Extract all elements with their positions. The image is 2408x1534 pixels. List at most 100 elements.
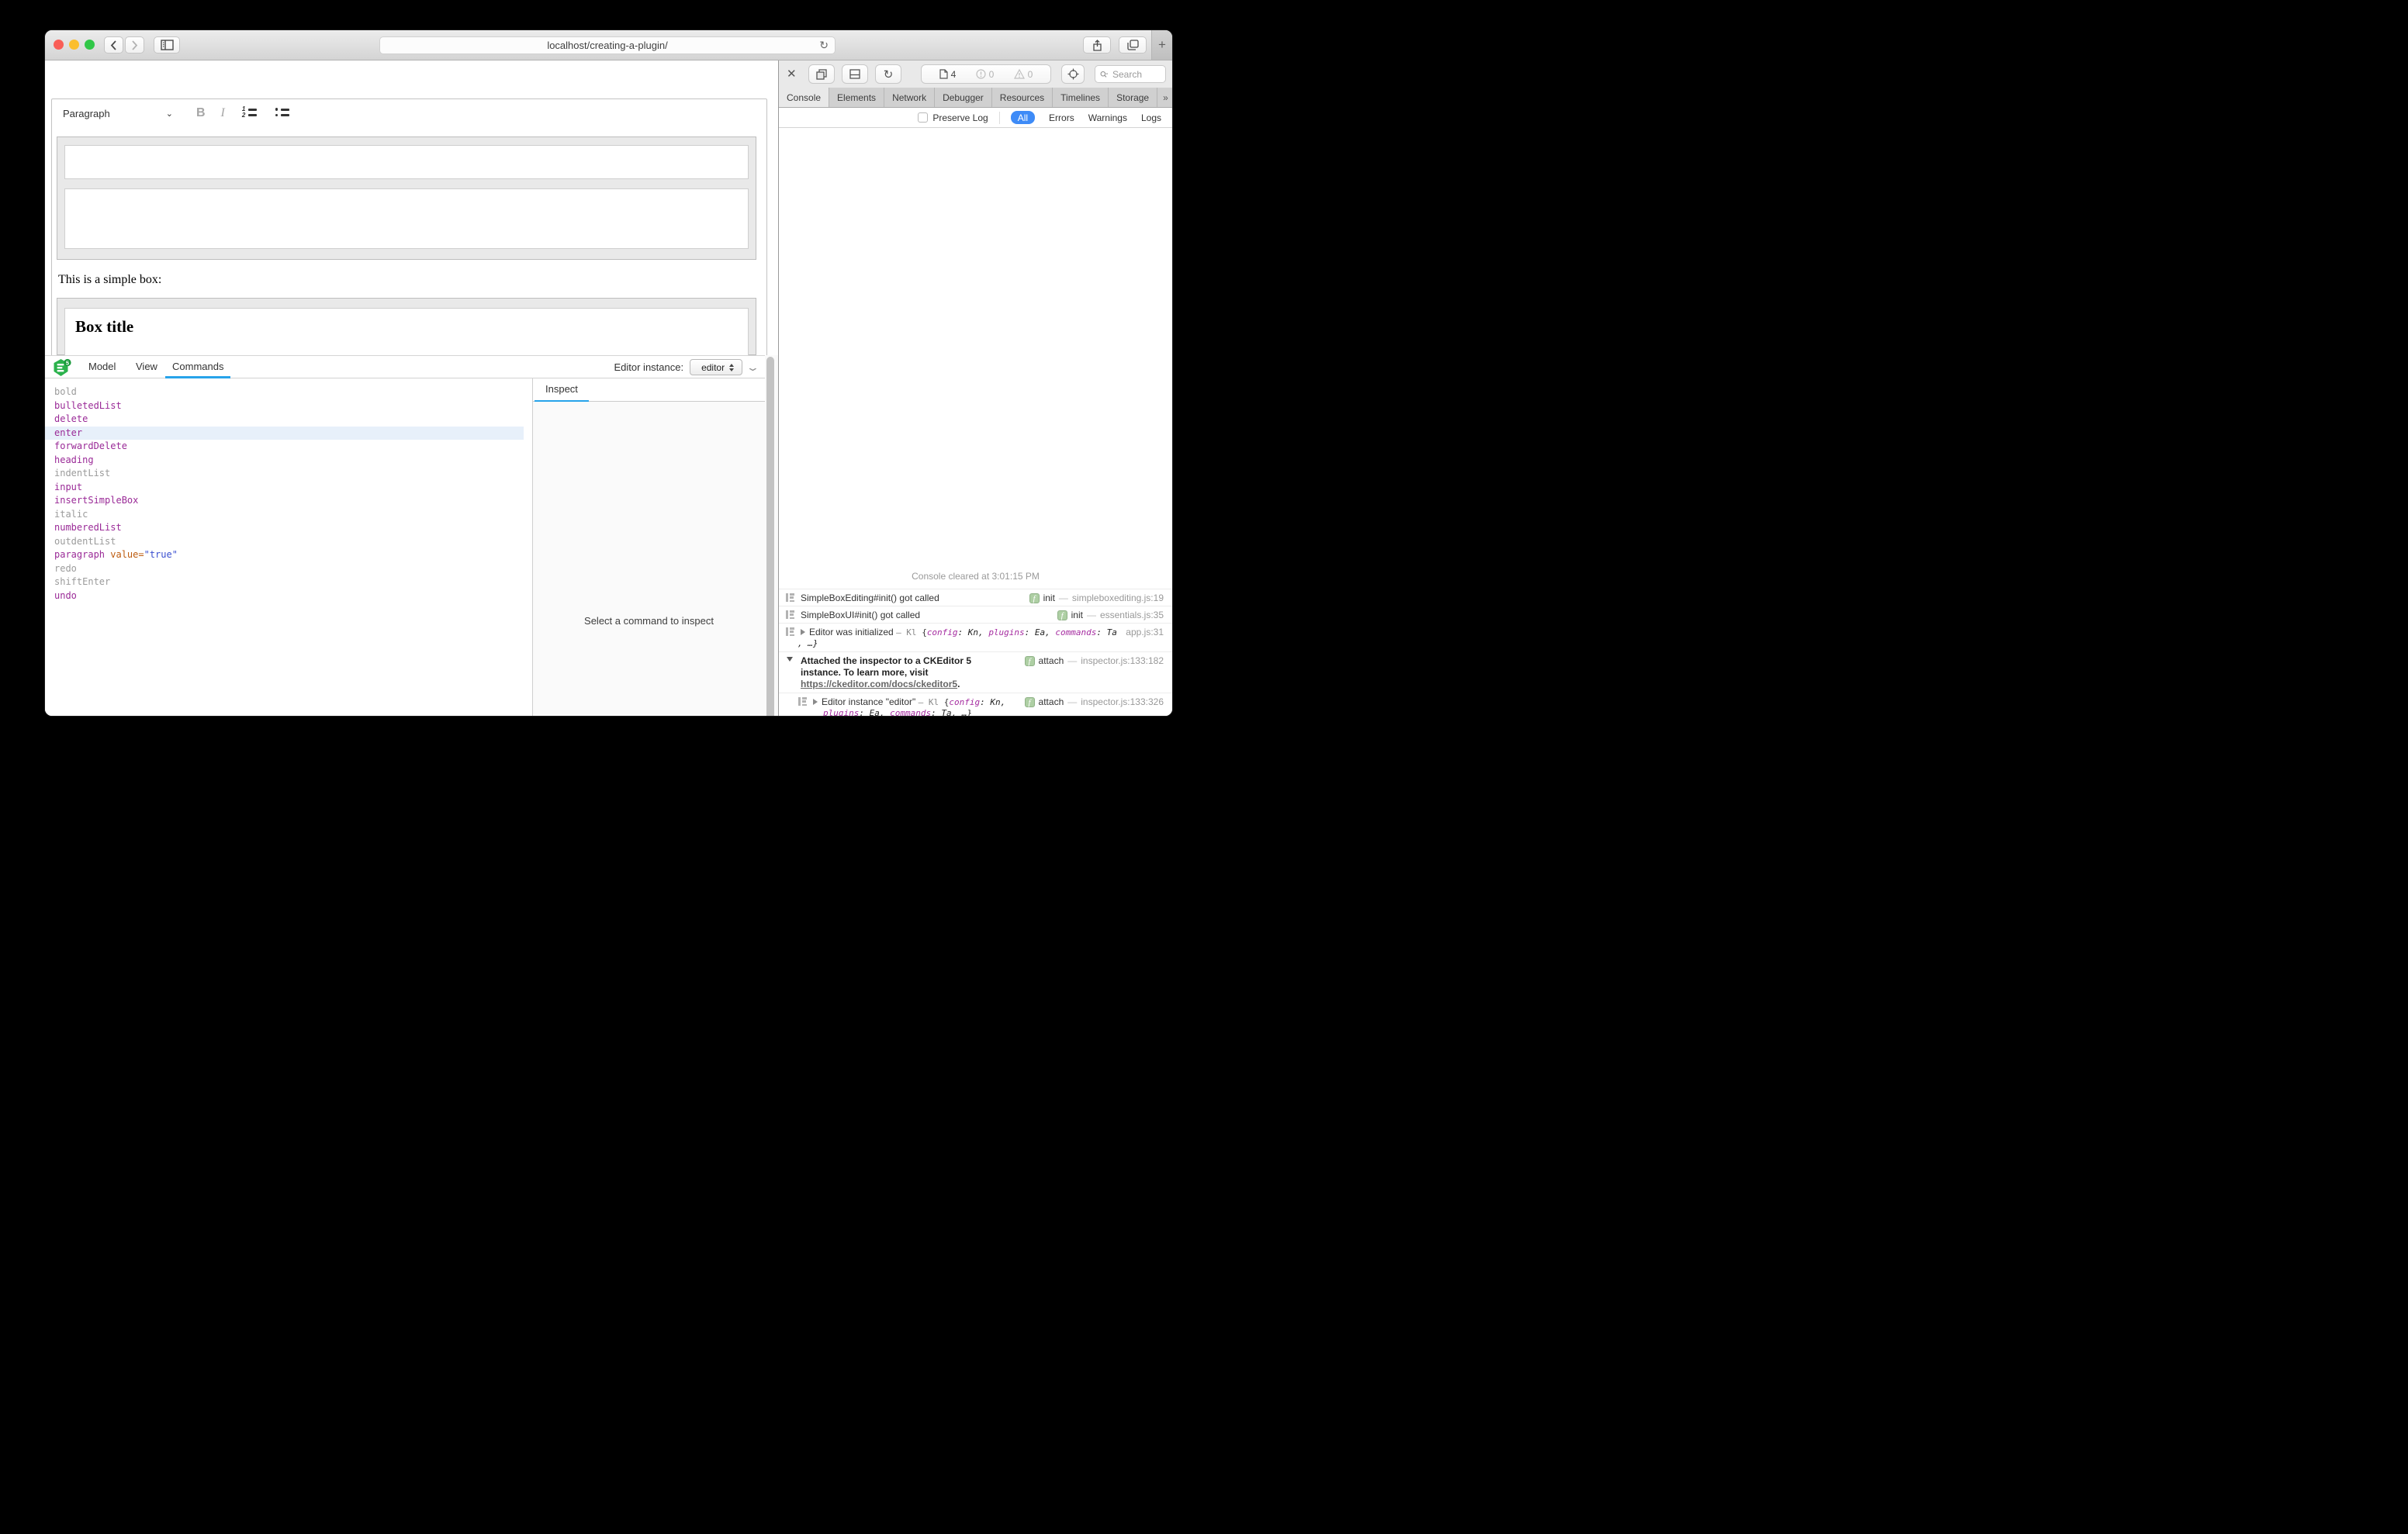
issue-counters: 4 0 0 bbox=[921, 64, 1051, 84]
tab-view[interactable]: View bbox=[136, 356, 157, 378]
command-item[interactable]: heading bbox=[45, 454, 532, 468]
command-item[interactable]: redo bbox=[45, 562, 532, 576]
tab-inspect[interactable]: Inspect bbox=[545, 378, 578, 402]
simple-box-description-field[interactable] bbox=[64, 188, 749, 249]
show-tabs-button[interactable] bbox=[1119, 36, 1147, 54]
filter-warnings[interactable]: Warnings bbox=[1088, 112, 1127, 123]
share-button[interactable] bbox=[1083, 36, 1111, 54]
source-location[interactable]: simpleboxediting.js:19 bbox=[1072, 593, 1164, 603]
screenshot: localhost/creating-a-plugin/ ↻ + Paragra… bbox=[0, 0, 1204, 767]
console-log-row[interactable]: SimpleBoxEditing#init() got called finit… bbox=[779, 589, 1172, 606]
simple-box-widget-titled[interactable] bbox=[57, 298, 756, 355]
bold-button[interactable]: B bbox=[196, 106, 206, 120]
error-icon bbox=[976, 69, 986, 79]
command-item[interactable]: input bbox=[45, 481, 532, 495]
simple-box-title-field[interactable] bbox=[64, 145, 749, 179]
forward-button[interactable] bbox=[125, 36, 144, 54]
filter-all[interactable]: All bbox=[1011, 111, 1035, 124]
warning-counter[interactable]: 0 bbox=[1014, 69, 1033, 80]
close-traffic-light[interactable] bbox=[54, 40, 64, 50]
plus-icon: + bbox=[1158, 37, 1166, 53]
tab-debugger[interactable]: Debugger bbox=[935, 88, 992, 107]
command-item[interactable]: forwardDelete bbox=[45, 440, 532, 454]
function-badge: f bbox=[1025, 656, 1035, 666]
url-bar[interactable]: localhost/creating-a-plugin/ ↻ bbox=[379, 36, 836, 54]
dock-bottom-icon bbox=[849, 69, 860, 79]
docs-link[interactable]: https://ckeditor.com/docs/ckeditor5 bbox=[801, 679, 957, 689]
console-log-row-expanded[interactable]: Attached the inspector to a CKEditor 5 i… bbox=[779, 651, 1172, 693]
tab-elements[interactable]: Elements bbox=[829, 88, 884, 107]
reload-button[interactable]: ↻ bbox=[875, 64, 901, 84]
command-item[interactable]: italic bbox=[45, 508, 532, 522]
error-counter[interactable]: 0 bbox=[976, 69, 995, 80]
new-tab-button[interactable]: + bbox=[1151, 30, 1172, 60]
divider bbox=[999, 112, 1000, 124]
paragraph-dropdown[interactable]: Paragraph bbox=[63, 108, 110, 119]
dock-side-button[interactable] bbox=[808, 64, 835, 84]
collapse-inspector-icon[interactable]: ⌄ bbox=[746, 361, 760, 374]
collapse-icon[interactable] bbox=[787, 657, 793, 662]
bulleted-list-button[interactable] bbox=[275, 108, 290, 119]
console-log-row[interactable]: Editor was initialized – Kl {config: Kn,… bbox=[779, 623, 1172, 651]
command-item[interactable]: outdentList bbox=[45, 535, 532, 549]
sidebar-toggle-button[interactable] bbox=[154, 36, 180, 54]
expand-icon[interactable] bbox=[813, 699, 818, 705]
tab-commands[interactable]: Commands bbox=[172, 356, 223, 378]
select-arrows-icon bbox=[729, 364, 734, 371]
dock-bottom-button[interactable] bbox=[842, 64, 868, 84]
close-icon[interactable]: ✕ bbox=[787, 67, 797, 81]
italic-button[interactable]: I bbox=[221, 106, 225, 120]
more-tabs-icon[interactable]: » bbox=[1157, 88, 1172, 107]
command-item[interactable]: bold bbox=[45, 385, 532, 399]
source-location[interactable]: essentials.js:35 bbox=[1100, 610, 1164, 620]
filter-logs[interactable]: Logs bbox=[1141, 112, 1161, 123]
box-title-text[interactable]: Box title bbox=[75, 317, 133, 337]
tab-storage[interactable]: Storage bbox=[1109, 88, 1157, 107]
minimize-traffic-light[interactable] bbox=[69, 40, 79, 50]
zoom-traffic-light[interactable] bbox=[85, 40, 95, 50]
source-location[interactable]: inspector.js:133:326 bbox=[1081, 696, 1164, 707]
chevron-down-icon[interactable]: ⌄ bbox=[166, 109, 173, 119]
scrollbar-thumb[interactable] bbox=[766, 357, 774, 716]
element-picker-button[interactable] bbox=[1061, 64, 1085, 84]
page-resource-counter[interactable]: 4 bbox=[939, 69, 957, 80]
command-item[interactable]: paragraph value="true" bbox=[45, 548, 532, 562]
tab-network[interactable]: Network bbox=[884, 88, 935, 107]
command-item[interactable]: undo bbox=[45, 589, 532, 603]
log-icon bbox=[786, 610, 794, 619]
log-icon bbox=[786, 593, 794, 602]
editor-instance-select[interactable]: editor bbox=[690, 359, 742, 375]
inspect-body: Select a command to inspect bbox=[533, 402, 765, 716]
devtools-search-field[interactable] bbox=[1095, 65, 1166, 83]
command-item-selected[interactable]: enter bbox=[45, 427, 524, 441]
back-button[interactable] bbox=[104, 36, 123, 54]
filter-errors[interactable]: Errors bbox=[1049, 112, 1074, 123]
tab-timelines[interactable]: Timelines bbox=[1053, 88, 1109, 107]
source-location[interactable]: inspector.js:133:182 bbox=[1081, 655, 1164, 666]
command-item[interactable]: insertSimpleBox bbox=[45, 494, 532, 508]
preserve-log-checkbox[interactable] bbox=[918, 112, 928, 123]
reload-icon[interactable]: ↻ bbox=[819, 39, 829, 52]
dock-side-icon bbox=[816, 69, 827, 80]
page-scrollbar[interactable] bbox=[765, 355, 778, 716]
command-item[interactable]: numberedList bbox=[45, 521, 532, 535]
expand-icon[interactable] bbox=[801, 629, 805, 635]
simple-box-title-field[interactable] bbox=[64, 308, 749, 356]
command-item[interactable]: delete bbox=[45, 413, 532, 427]
tab-console[interactable]: Console bbox=[779, 88, 829, 107]
tab-model[interactable]: Model bbox=[88, 356, 116, 378]
console-log-row[interactable]: SimpleBoxUI#init() got called finit—esse… bbox=[779, 606, 1172, 623]
log-icon bbox=[798, 697, 807, 706]
console-log-row-nested[interactable]: Editor instance "editor" – Kl {config: K… bbox=[779, 693, 1172, 716]
source-location[interactable]: app.js:31 bbox=[1126, 627, 1164, 637]
command-item[interactable]: indentList bbox=[45, 467, 532, 481]
intro-paragraph[interactable]: This is a simple box: bbox=[58, 273, 161, 287]
editor-instance-label: Editor instance: bbox=[614, 361, 683, 373]
web-page: Paragraph ⌄ B I 12 This is a simple box:… bbox=[45, 60, 778, 716]
simple-box-widget-empty[interactable] bbox=[57, 136, 756, 260]
tab-resources[interactable]: Resources bbox=[992, 88, 1053, 107]
search-input[interactable] bbox=[1111, 68, 1161, 81]
numbered-list-button[interactable]: 12 bbox=[242, 108, 258, 119]
command-item[interactable]: bulletedList bbox=[45, 399, 532, 413]
command-item[interactable]: shiftEnter bbox=[45, 575, 532, 589]
